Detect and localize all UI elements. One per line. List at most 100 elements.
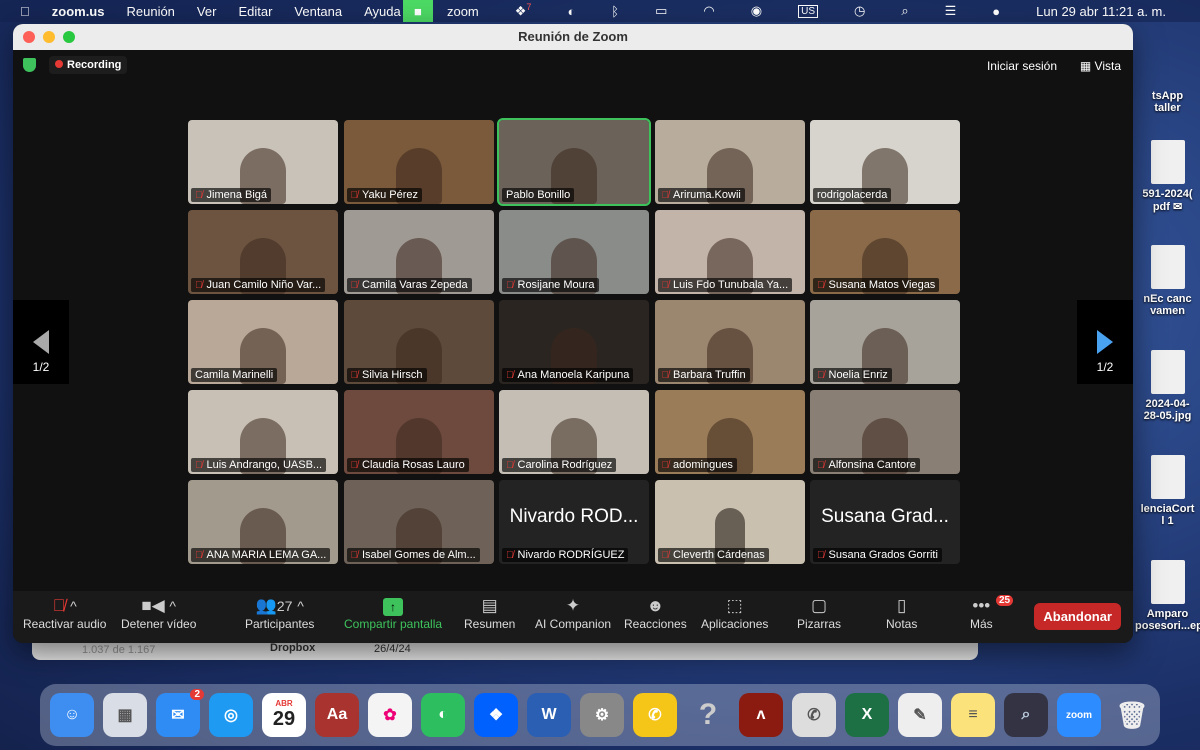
participant-tile[interactable]: 🎙̸ Juan Camilo Niño Var... xyxy=(188,210,338,294)
participant-name: Luis Fdo Tunubala Ya... xyxy=(673,279,789,291)
menu-editar[interactable]: Editar xyxy=(238,4,272,19)
participant-tile[interactable]: 🎙̸ Susana Matos Viegas xyxy=(810,210,960,294)
time-machine-icon[interactable]: ◷ xyxy=(854,3,865,19)
unmute-audio-button[interactable]: 🎙̸ ^ Reactivar audio xyxy=(23,595,106,631)
participant-tile[interactable]: 🎙̸ adomingues xyxy=(654,390,805,474)
trash-icon[interactable]: 🗑 xyxy=(1110,693,1154,737)
whatsapp-business-icon[interactable]: ✆ xyxy=(633,693,677,737)
participant-tile[interactable]: 🎙̸ Silvia Hirsch xyxy=(343,300,494,384)
sign-in-button[interactable]: Iniciar sesión xyxy=(987,59,1057,73)
word-icon[interactable]: W xyxy=(527,693,571,737)
apple-icon[interactable]:  xyxy=(20,4,30,19)
whiteboards-label: Pizarras xyxy=(797,617,842,631)
recording-indicator[interactable]: Recording xyxy=(49,56,128,74)
participants-button[interactable]: 👥27 ^ Participantes xyxy=(245,595,314,631)
previous-page-button[interactable]: 1/2 xyxy=(13,300,69,384)
dictionary-icon[interactable]: Aa xyxy=(315,693,359,737)
calendar-icon[interactable]: ABR 29 xyxy=(262,693,306,737)
desktop-file[interactable]: 591-2024( pdf ✉ xyxy=(1135,140,1200,213)
participant-tile[interactable]: 🎙̸ ANA MARIA LEMA GA... xyxy=(188,480,338,564)
unknown-app-icon[interactable]: ? xyxy=(686,693,730,737)
launchpad-icon[interactable]: ▦ xyxy=(103,693,147,737)
control-center-icon[interactable]: ☰ xyxy=(945,3,957,19)
participant-tile[interactable]: 🎙̸ Alfonsina Cantore xyxy=(810,390,960,474)
participant-tile[interactable]: Pablo Bonillo xyxy=(497,118,651,206)
notes-dock-icon[interactable]: ≡ xyxy=(951,693,995,737)
acrobat-icon[interactable]: ʌ xyxy=(739,693,783,737)
apps-button[interactable]: ⬚ Aplicaciones xyxy=(701,595,768,631)
evernote-dock-icon[interactable]: ◐ xyxy=(421,693,465,737)
participant-tile[interactable]: 🎙̸ Barbara Truffin xyxy=(654,300,805,384)
desktop-file[interactable]: lenciaCort l 1 xyxy=(1135,455,1200,527)
next-page-button[interactable]: 1/2 xyxy=(1077,300,1133,384)
dropbox-dock-icon[interactable]: ❖ xyxy=(474,693,518,737)
bluetooth-icon[interactable]: ᛒ xyxy=(611,4,619,19)
participant-tile[interactable]: 🎙̸ Camila Varas Zepeda xyxy=(343,210,494,294)
participants-chevron-icon[interactable]: ^ xyxy=(297,599,304,615)
share-screen-button[interactable]: ↑ Compartir pantalla xyxy=(344,595,442,631)
participant-tile[interactable]: 🎙̸ Luis Fdo Tunubala Ya... xyxy=(654,210,805,294)
minimize-button[interactable] xyxy=(43,31,55,43)
safari-icon[interactable]: ◎ xyxy=(209,693,253,737)
reactions-button[interactable]: ☻ Reacciones xyxy=(624,595,687,631)
security-shield-icon[interactable] xyxy=(23,58,36,72)
mail-icon[interactable]: ✉ 2 xyxy=(156,689,204,737)
desktop-file[interactable]: 2024-04- 28-05.jpg xyxy=(1135,350,1200,422)
zoom-dock-icon[interactable]: zoom xyxy=(1057,693,1101,737)
menu-ayuda[interactable]: Ayuda xyxy=(364,4,401,19)
participant-tile[interactable]: Nivardo ROD... 🎙̸ Nivardo RODRÍGUEZ xyxy=(499,480,649,564)
maximize-button[interactable] xyxy=(63,31,75,43)
wifi-icon[interactable]: ◠ xyxy=(703,3,714,19)
input-source[interactable]: US xyxy=(798,4,818,18)
participant-tile[interactable]: rodrigolacerda xyxy=(810,120,960,204)
menu-app[interactable]: zoom.us xyxy=(52,4,105,19)
more-button[interactable]: ••• 25 Más xyxy=(970,595,1014,631)
close-button[interactable] xyxy=(23,31,35,43)
participant-tile[interactable]: 🎙̸ Claudia Rosas Lauro xyxy=(343,390,494,474)
participant-tile[interactable]: 🎙̸ Cleverth Cárdenas xyxy=(654,480,805,564)
zoom-camera-status-icon[interactable]: ■ xyxy=(402,0,433,22)
participant-tile[interactable]: 🎙̸ Yaku Pérez xyxy=(343,120,494,204)
clock[interactable]: Lun 29 abr 11:21 a. m. xyxy=(1036,4,1166,19)
user-icon[interactable]: ◉ xyxy=(751,3,762,19)
participant-tile[interactable]: Susana Grad... 🎙̸ Susana Grados Gorriti xyxy=(810,480,960,564)
excel-icon[interactable]: X xyxy=(845,693,889,737)
participant-tile[interactable]: 🎙̸ Luis Andrango, UASB... xyxy=(188,390,338,474)
dropbox-icon[interactable]: ❖7 xyxy=(515,2,532,19)
ai-companion-button[interactable]: ✦ AI Companion xyxy=(535,595,611,631)
participant-tile[interactable]: 🎙̸ Ana Manoela Karipuna xyxy=(499,300,649,384)
whiteboards-button[interactable]: ▢ Pizarras xyxy=(797,595,841,631)
participant-tile[interactable]: 🎙̸ Rosijane Moura xyxy=(499,210,649,294)
system-settings-icon[interactable]: ⚙ xyxy=(580,693,624,737)
finder-icon[interactable]: ☺ xyxy=(50,693,94,737)
zoom-menu-item[interactable]: zoom xyxy=(447,4,479,19)
stop-video-button[interactable]: ■◀ ^ Detener vídeo xyxy=(121,595,196,631)
spotlight-icon[interactable]: ⌕ xyxy=(901,3,908,19)
leave-button[interactable]: Abandonar xyxy=(1034,603,1121,630)
audio-options-chevron-icon[interactable]: ^ xyxy=(70,599,77,615)
participant-tile[interactable]: Camila Marinelli xyxy=(188,300,338,384)
menu-ventana[interactable]: Ventana xyxy=(294,4,342,19)
video-options-chevron-icon[interactable]: ^ xyxy=(169,599,176,615)
desktop-file[interactable]: tsApp taller xyxy=(1135,90,1200,114)
summary-button[interactable]: ▤ Resumen xyxy=(464,595,515,631)
menu-reunion[interactable]: Reunión xyxy=(126,4,174,19)
textedit-icon[interactable]: ✎ xyxy=(898,693,942,737)
battery-icon[interactable]: ▭ xyxy=(655,3,667,19)
evernote-icon[interactable]: ◐ xyxy=(567,4,575,19)
notes-button[interactable]: ▯ Notas xyxy=(886,595,917,631)
desktop-file[interactable]: Amparo posesori...ep.docx xyxy=(1135,560,1200,632)
participant-tile[interactable]: 🎙̸ Jimena Bigá xyxy=(188,120,338,204)
whatsapp-icon[interactable]: ✆ xyxy=(792,693,836,737)
participant-tile[interactable]: 🎙̸ Carolina Rodríguez xyxy=(499,390,649,474)
siri-icon[interactable]: ● xyxy=(992,4,1000,19)
participant-tile[interactable]: 🎙̸ Isabel Gomes de Alm... xyxy=(343,480,494,564)
photos-icon[interactable]: ✿ xyxy=(368,693,412,737)
participant-tile[interactable]: 🎙̸ Noelia Enriz xyxy=(810,300,960,384)
video-camera-icon: ■◀ xyxy=(141,596,165,615)
view-button[interactable]: ▦ Vista xyxy=(1080,59,1121,73)
menu-ver[interactable]: Ver xyxy=(197,4,217,19)
desktop-file[interactable]: nEc canc vamen xyxy=(1135,245,1200,317)
participant-tile[interactable]: 🎙̸ Ariruma.Kowii xyxy=(654,120,805,204)
preview-icon[interactable]: ⌕ xyxy=(1004,693,1048,737)
